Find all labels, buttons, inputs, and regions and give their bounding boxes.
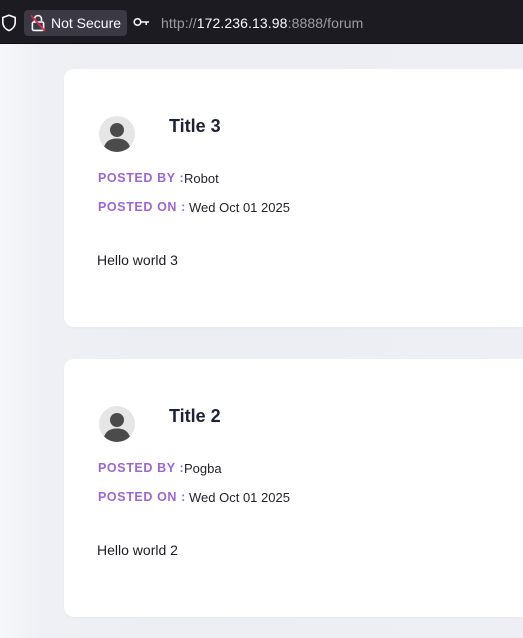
- address-field[interactable]: http://172.236.13.98:8888/forum: [161, 15, 363, 31]
- post-card: Title 3 POSTED BY : Robot POSTED ON : We…: [64, 69, 523, 327]
- post-content: Hello world 3: [97, 252, 178, 268]
- key-icon[interactable]: [133, 16, 150, 28]
- security-status-label: Not Secure: [51, 15, 122, 31]
- site-security-button[interactable]: Not Secure: [24, 10, 127, 36]
- post-content: Hello world 2: [97, 542, 178, 558]
- posted-on-label: POSTED ON :: [98, 200, 186, 214]
- posted-on-label: POSTED ON :: [98, 490, 186, 504]
- browser-url-bar: Not Secure http://172.236.13.98:8888/for…: [0, 0, 523, 44]
- posted-by-value: Robot: [184, 171, 219, 186]
- user-avatar-icon: [99, 406, 135, 442]
- posted-by-label: POSTED BY :: [98, 461, 185, 475]
- post-title[interactable]: Title 3: [169, 116, 221, 137]
- user-avatar-icon: [99, 116, 135, 152]
- posted-on-value: Wed Oct 01 2025: [189, 200, 290, 215]
- forum-page: Title 3 POSTED BY : Robot POSTED ON : We…: [0, 44, 523, 638]
- shield-icon[interactable]: [1, 14, 17, 32]
- url-scheme: http://: [161, 15, 197, 31]
- insecure-lock-icon: [30, 14, 46, 32]
- url-path: :8888/forum: [287, 15, 364, 31]
- url-host: 172.236.13.98: [196, 15, 288, 31]
- posted-by-label: POSTED BY :: [98, 171, 185, 185]
- posted-on-value: Wed Oct 01 2025: [189, 490, 290, 505]
- posted-by-value: Pogba: [184, 461, 222, 476]
- post-title[interactable]: Title 2: [169, 406, 221, 427]
- post-card: Title 2 POSTED BY : Pogba POSTED ON : We…: [64, 359, 523, 617]
